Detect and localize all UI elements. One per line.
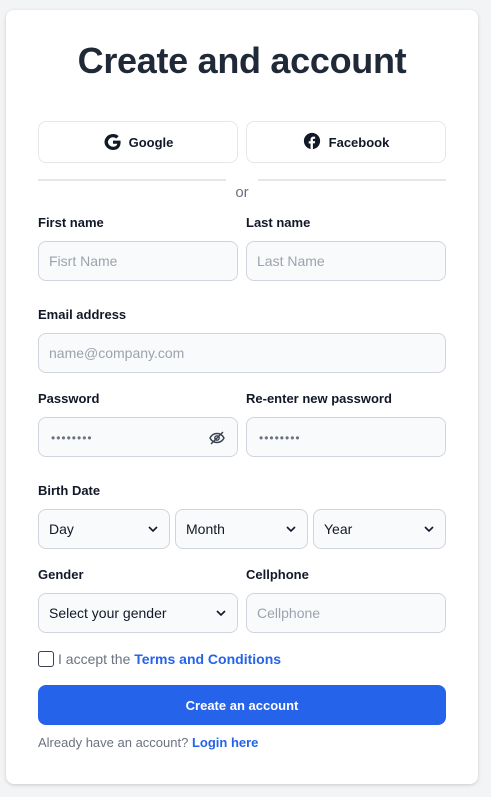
day-select[interactable]: Day — [38, 509, 170, 549]
gender-label: Gender — [38, 567, 84, 582]
first-name-input[interactable] — [38, 241, 238, 281]
login-prompt: Already have an account? Login here — [38, 735, 258, 750]
create-account-button[interactable]: Create an account — [38, 685, 446, 725]
reenter-password-label: Re-enter new password — [246, 391, 392, 406]
page-title: Create and account — [77, 40, 407, 81]
terms-prefix: I accept the — [58, 651, 131, 667]
eye-slash-icon[interactable] — [209, 431, 225, 445]
signup-card: Create and account Google Facebook or Fi… — [6, 10, 478, 784]
password-input[interactable]: •••••••• — [38, 417, 238, 457]
year-select[interactable]: Year — [313, 509, 446, 549]
password-value: •••••••• — [51, 431, 93, 445]
email-input[interactable] — [38, 333, 446, 373]
login-prefix: Already have an account? — [38, 735, 189, 750]
terms-checkbox[interactable] — [38, 651, 54, 667]
google-signin-button[interactable]: Google — [38, 121, 238, 163]
last-name-input[interactable] — [246, 241, 446, 281]
year-select-value: Year — [324, 521, 353, 537]
chevron-down-icon — [215, 607, 227, 619]
password-label: Password — [38, 391, 100, 406]
terms-link[interactable]: Terms and Conditions — [134, 651, 281, 667]
facebook-signin-button[interactable]: Facebook — [246, 121, 446, 163]
gender-select[interactable]: Select your gender — [38, 593, 238, 633]
month-select[interactable]: Month — [175, 509, 308, 549]
chevron-down-icon — [423, 523, 435, 535]
email-label: Email address — [38, 307, 127, 322]
chevron-down-icon — [147, 523, 159, 535]
terms-text: I accept the Terms and Conditions — [58, 651, 281, 667]
chevron-down-icon — [285, 523, 297, 535]
month-select-value: Month — [186, 521, 225, 537]
divider-or-text: or — [235, 184, 249, 201]
divider — [38, 179, 446, 181]
day-select-value: Day — [49, 521, 74, 537]
google-label: Google — [128, 134, 174, 150]
login-link[interactable]: Login here — [192, 735, 258, 750]
facebook-label: Facebook — [328, 134, 390, 150]
birth-date-label: Birth Date — [38, 483, 101, 498]
cellphone-label: Cellphone — [246, 567, 309, 582]
reenter-password-input[interactable]: •••••••• — [246, 417, 446, 457]
first-name-label: First name — [38, 215, 104, 230]
cellphone-input[interactable] — [246, 593, 446, 633]
google-icon — [103, 132, 123, 152]
facebook-icon — [303, 132, 323, 152]
gender-select-value: Select your gender — [49, 605, 167, 621]
reenter-password-value: •••••••• — [259, 431, 301, 445]
last-name-label: Last name — [246, 215, 311, 230]
